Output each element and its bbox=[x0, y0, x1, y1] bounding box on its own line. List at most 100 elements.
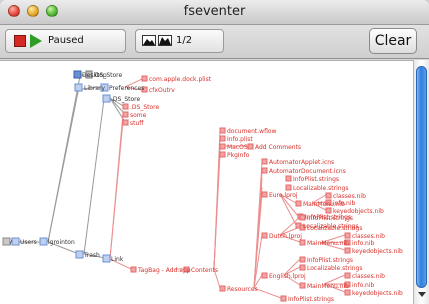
label-dutch-lproj: Dutch.lproj bbox=[269, 233, 302, 240]
label-r-applet: AutomatorApplet.icns bbox=[269, 159, 334, 166]
large-view-icon[interactable] bbox=[158, 35, 172, 46]
node-english-lproj[interactable] bbox=[261, 272, 268, 279]
label-trash-stuff: stuff bbox=[130, 120, 144, 127]
label-bottom-infoplist: InfoPlist.strings bbox=[288, 296, 334, 303]
label-c-pkginfo: PkgInfo bbox=[227, 152, 250, 159]
play-icon[interactable] bbox=[30, 34, 42, 48]
label-app: TagBag - Add.app bbox=[137, 267, 191, 274]
label-english-lproj: English.lproj bbox=[269, 273, 306, 280]
label-trash: Trash bbox=[83, 252, 100, 259]
label-trash-ds-file: .DS_Store bbox=[130, 104, 160, 111]
scroll-down-arrow-icon[interactable] bbox=[418, 292, 426, 297]
node-r-infoplist[interactable] bbox=[285, 175, 292, 182]
node-r-localizable[interactable] bbox=[285, 184, 292, 191]
app-window: fseventer Paused 1/2 Clear / Users lgroi… bbox=[0, 0, 429, 304]
label-c-info: Info.plist bbox=[227, 136, 253, 143]
label-users: Users bbox=[20, 239, 37, 246]
node-c-pkginfo[interactable] bbox=[219, 151, 226, 158]
label-c-add: Add Comments bbox=[255, 144, 301, 151]
label-r-docicns: AutomatorDocument.icns bbox=[269, 168, 346, 175]
toolbar: Paused 1/2 Clear bbox=[0, 25, 429, 59]
root-folder-icon[interactable] bbox=[2, 237, 11, 246]
label-d-classes: classes.nib bbox=[352, 233, 385, 240]
node-r-applet[interactable] bbox=[261, 158, 268, 165]
node-c-macos[interactable] bbox=[219, 143, 226, 150]
users-folder-icon[interactable] bbox=[11, 237, 20, 246]
label-user: lgrointon bbox=[48, 239, 75, 246]
node-resources[interactable] bbox=[219, 285, 226, 292]
label-preferences: Preferences bbox=[109, 85, 144, 92]
label-en-infoplist: InfoPlist.strings bbox=[307, 257, 353, 264]
event-tree-graph: / Users lgrointon Desktop .DS_Store Libr… bbox=[2, 70, 403, 303]
node-e-mainmenu[interactable] bbox=[295, 200, 302, 207]
trash-folder-icon[interactable] bbox=[75, 250, 84, 259]
event-tree-canvas[interactable]: / Users lgrointon Desktop .DS_Store Libr… bbox=[0, 60, 413, 304]
label-trash-some: some bbox=[130, 112, 147, 119]
folder-nodes bbox=[2, 70, 111, 263]
node-app[interactable] bbox=[130, 266, 137, 273]
recording-controls: Paused bbox=[5, 29, 126, 53]
stop-icon[interactable] bbox=[14, 35, 26, 47]
label-c-macos: MacOS bbox=[227, 144, 248, 151]
node-bottom-infoplist[interactable] bbox=[280, 295, 287, 302]
title-bar[interactable]: fseventer bbox=[0, 0, 429, 25]
label-resources: Resources bbox=[227, 286, 258, 293]
label-r-infoplist: InfoPlist.strings bbox=[293, 176, 339, 183]
desktop-folder-icon[interactable] bbox=[73, 70, 82, 79]
node-trash-stuff[interactable] bbox=[122, 119, 129, 126]
label-d-mainmenu: MainMenu.nib bbox=[307, 240, 349, 247]
node-e-keyed[interactable] bbox=[325, 207, 332, 214]
label-library: Library bbox=[84, 85, 105, 92]
link-folder-icon[interactable] bbox=[102, 254, 111, 263]
status-label: Paused bbox=[48, 35, 84, 46]
node-d-keyed[interactable] bbox=[344, 247, 351, 254]
label-trash-ds: .DS_Store bbox=[111, 96, 141, 103]
window-title: fseventer bbox=[183, 4, 246, 19]
label-en-info: info.nib bbox=[352, 282, 375, 289]
small-view-icon[interactable] bbox=[142, 35, 156, 46]
view-controls: 1/2 bbox=[135, 29, 224, 53]
library-folder-icon[interactable] bbox=[74, 83, 83, 92]
label-d-infoplist: InfoPlist.strings bbox=[307, 215, 353, 222]
node-en-classes[interactable] bbox=[344, 272, 351, 279]
label-c-docrefs: document.wflow bbox=[227, 128, 277, 135]
vertical-scrollbar[interactable] bbox=[413, 60, 429, 304]
clear-button[interactable]: Clear bbox=[369, 28, 417, 54]
label-en-localizable: Localizable.strings bbox=[307, 265, 362, 272]
label-en-classes: classes.nib bbox=[352, 273, 385, 280]
page-indicator: 1/2 bbox=[176, 35, 193, 46]
label-d-info: info.nib bbox=[352, 240, 375, 247]
node-c-add[interactable] bbox=[247, 143, 254, 150]
node-trash-some[interactable] bbox=[122, 111, 129, 118]
node-c-docrefs[interactable] bbox=[219, 127, 226, 134]
node-dutch-lproj[interactable] bbox=[261, 232, 268, 239]
node-en-infoplist[interactable] bbox=[299, 256, 306, 263]
label-d-keyed: keyedobjects.nib bbox=[352, 248, 403, 255]
label-d-localizable: Localizable.strings bbox=[307, 225, 362, 232]
node-en-mainmenu[interactable] bbox=[299, 282, 306, 289]
label-link: Link bbox=[111, 256, 124, 263]
node-en-localizable[interactable] bbox=[299, 264, 306, 271]
label-contents: Contents bbox=[191, 267, 218, 274]
node-d-classes[interactable] bbox=[344, 232, 351, 239]
label-r-localizable: Localizable.strings bbox=[293, 185, 348, 192]
label-pref-file1: com.apple.dock.plist bbox=[149, 76, 212, 83]
label-euro-lproj: Euro.lproj bbox=[269, 192, 298, 199]
label-e-info: info.nib bbox=[333, 200, 356, 207]
node-e-classes[interactable] bbox=[325, 192, 332, 199]
label-desktop-ds: .DS_Store bbox=[93, 72, 123, 79]
node-en-keyed[interactable] bbox=[344, 289, 351, 296]
node-c-info[interactable] bbox=[219, 135, 226, 142]
node-trash-ds[interactable] bbox=[122, 103, 129, 110]
trash-ds-folder-icon[interactable] bbox=[102, 94, 111, 103]
scroll-thumb[interactable] bbox=[416, 66, 427, 288]
node-r-docicns[interactable] bbox=[261, 167, 268, 174]
label-e-classes: classes.nib bbox=[333, 193, 366, 200]
label-pref-file2: cfxOutrv bbox=[149, 87, 175, 94]
label-en-mainmenu: MainMenu.nib bbox=[307, 283, 349, 290]
node-d-mainmenu[interactable] bbox=[299, 239, 306, 246]
node-pref-file1[interactable] bbox=[141, 75, 148, 82]
user-folder-icon[interactable] bbox=[39, 237, 48, 246]
label-en-keyed: keyedobjects.nib bbox=[352, 290, 403, 297]
node-euro-lproj[interactable] bbox=[261, 191, 268, 198]
